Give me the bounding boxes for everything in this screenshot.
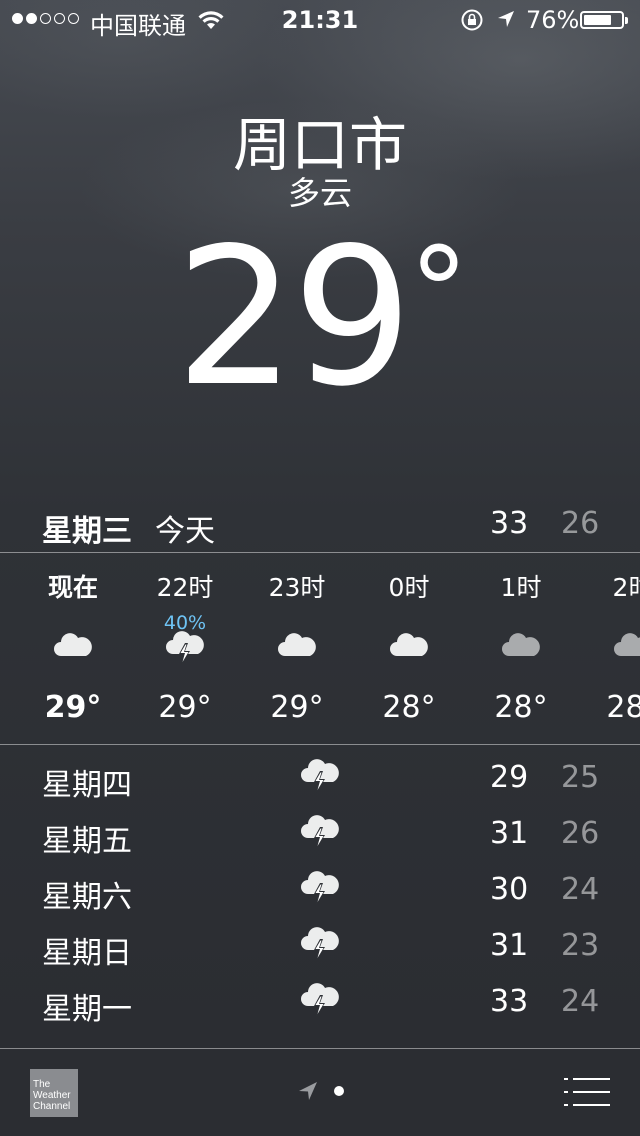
- thunderstorm-icon: [301, 871, 339, 905]
- day-low: 24: [561, 872, 600, 907]
- cloud-icon: [502, 633, 540, 656]
- day-low: 23: [561, 928, 600, 963]
- degree-symbol: °: [408, 223, 469, 362]
- day-high: 31: [490, 928, 529, 963]
- day-name: 星期六: [42, 880, 132, 915]
- divider: [0, 744, 640, 745]
- status-bar: 中国联通 21:31 76%: [0, 0, 640, 40]
- hour-label: 0时: [388, 573, 430, 602]
- rotation-lock-icon: [461, 9, 483, 31]
- daily-row: 星期一 33 24: [0, 976, 640, 1032]
- thunderstorm-icon: [301, 759, 339, 793]
- today-high: 33: [490, 506, 529, 541]
- daily-row: 星期日 31 23: [0, 920, 640, 976]
- hour-temperature: 29°: [270, 690, 324, 725]
- hour-temperature: 28°: [606, 690, 640, 725]
- hour-label: 22时: [156, 573, 214, 602]
- day-low: 26: [561, 816, 600, 851]
- day-high: 30: [490, 872, 529, 907]
- day-high: 33: [490, 984, 529, 1019]
- current-location-icon[interactable]: [296, 1079, 320, 1103]
- current-temperature: 29°: [0, 218, 640, 418]
- cloud-icon: [390, 633, 428, 656]
- today-weekday: 星期三: [42, 514, 132, 549]
- thunderstorm-icon: [301, 927, 339, 961]
- hour-label: 现在: [47, 573, 98, 602]
- location-arrow-icon: [498, 11, 514, 27]
- day-name: 星期一: [42, 992, 132, 1027]
- thunderstorm-icon: [166, 631, 204, 665]
- bottom-toolbar: The Weather Channel: [0, 1049, 640, 1136]
- thunderstorm-icon: [301, 983, 339, 1017]
- hour-temperature: 28°: [382, 690, 436, 725]
- cloud-icon: [278, 633, 316, 656]
- day-high: 31: [490, 816, 529, 851]
- day-high: 29: [490, 760, 529, 795]
- today-summary-row: 星期三 今天 33 26: [0, 500, 640, 550]
- thunderstorm-icon: [301, 815, 339, 849]
- hour-label: 2时: [612, 573, 640, 602]
- day-name: 星期日: [42, 936, 132, 971]
- day-low: 25: [561, 760, 600, 795]
- weather-channel-logo[interactable]: The Weather Channel: [30, 1069, 78, 1117]
- cloud-icon: [54, 633, 92, 656]
- hour-label: 23时: [268, 573, 326, 602]
- cloud-icon: [614, 633, 640, 656]
- daily-row: 星期四 29 25: [0, 752, 640, 808]
- hourly-forecast-strip[interactable]: 现在 29° 22时 40% 29° 23时 29° 0时 28° 1时 28°…: [0, 552, 640, 744]
- today-label: 今天: [155, 514, 215, 549]
- hour-temperature: 29°: [44, 690, 102, 725]
- page-indicator-dot[interactable]: [334, 1086, 344, 1096]
- battery-percent: 76%: [526, 6, 580, 34]
- day-name: 星期四: [42, 768, 132, 803]
- battery-icon: [580, 11, 628, 29]
- hour-temperature: 28°: [494, 690, 548, 725]
- today-low: 26: [561, 506, 600, 541]
- daily-row: 星期六 30 24: [0, 864, 640, 920]
- city-list-icon[interactable]: [564, 1077, 610, 1107]
- day-name: 星期五: [42, 824, 132, 859]
- hour-temperature: 29°: [158, 690, 212, 725]
- hour-label: 1时: [500, 573, 542, 602]
- day-low: 24: [561, 984, 600, 1019]
- current-temperature-value: 29: [175, 207, 413, 428]
- daily-row: 星期五 31 26: [0, 808, 640, 864]
